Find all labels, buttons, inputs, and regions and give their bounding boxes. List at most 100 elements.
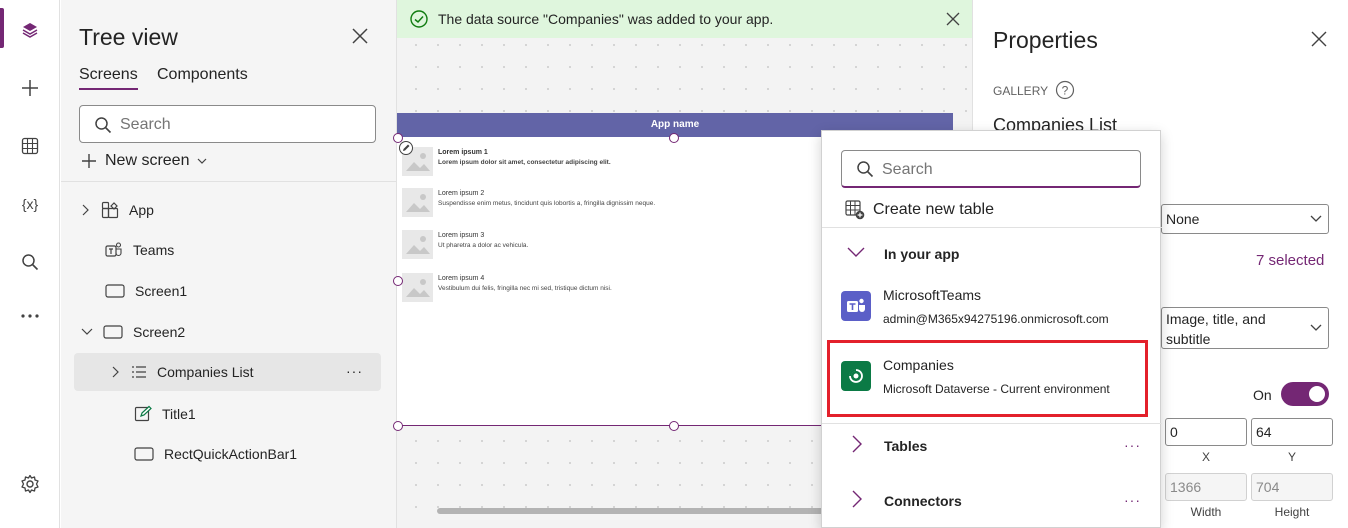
- divider: [822, 423, 1162, 424]
- gallery-icon: [131, 365, 147, 379]
- tree-node-screen2[interactable]: Screen2: [81, 313, 381, 351]
- width-input[interactable]: 1366: [1165, 473, 1247, 501]
- tab-screens[interactable]: Screens: [79, 66, 138, 90]
- tree-node-label: Screen1: [135, 283, 188, 299]
- resize-handle[interactable]: [393, 421, 403, 431]
- x-label: X: [1201, 450, 1210, 464]
- data-source-search-box[interactable]: [841, 150, 1141, 188]
- label-edit-icon: [134, 405, 152, 423]
- gallery-item[interactable]: Lorem ipsum 3 Ut pharetra a dolor ac veh…: [402, 230, 822, 266]
- more-options-icon[interactable]: ···: [1124, 437, 1141, 453]
- variables-icon[interactable]: {x}: [14, 188, 46, 220]
- chevron-right-icon[interactable]: [81, 204, 89, 216]
- data-source-dropdown[interactable]: None: [1161, 204, 1329, 234]
- item-title: Lorem ipsum 4: [438, 275, 485, 282]
- tree-node-label: Screen2: [133, 324, 186, 340]
- height-label: Height: [1274, 505, 1310, 519]
- active-indicator: [0, 8, 4, 48]
- tree-node-title1[interactable]: Title1: [134, 395, 381, 433]
- search-icon: [94, 116, 112, 134]
- table-add-icon: [845, 200, 865, 220]
- create-new-table-button[interactable]: Create new table: [822, 199, 1162, 221]
- width-label: Width: [1190, 505, 1222, 519]
- item-subtitle: Lorem ipsum dolor sit amet, consectetur …: [438, 159, 611, 166]
- layers-icon[interactable]: [14, 14, 46, 46]
- close-icon[interactable]: [946, 12, 960, 26]
- chevron-down-icon: [197, 158, 207, 164]
- tree-node-rectquickactionbar1[interactable]: RectQuickActionBar1: [134, 435, 381, 473]
- banner-text: The data source "Companies" was added to…: [438, 11, 774, 27]
- image-placeholder-icon: [402, 273, 433, 302]
- tree-node-screen1[interactable]: Screen1: [105, 272, 381, 310]
- plus-icon: [81, 153, 97, 169]
- highlight-box: [827, 340, 1148, 417]
- new-screen-button[interactable]: New screen: [81, 152, 207, 170]
- resize-handle[interactable]: [393, 133, 403, 143]
- gallery-item[interactable]: Lorem ipsum 2 Suspendisse enim metus, ti…: [402, 188, 822, 224]
- close-icon[interactable]: [1311, 31, 1327, 47]
- visible-label: On: [1253, 387, 1272, 403]
- resize-handle[interactable]: [669, 133, 679, 143]
- item-subtitle: Vestibulum dui felis, fringilla nec mi s…: [438, 285, 612, 292]
- data-source-item-microsoftteams[interactable]: MicrosoftTeams admin@M365x94275196.onmic…: [822, 281, 1162, 331]
- tree-node-teams[interactable]: Teams: [105, 231, 381, 269]
- layout-dropdown[interactable]: Image, title, and subtitle: [1161, 307, 1329, 349]
- tree-search-input[interactable]: [120, 114, 360, 136]
- chevron-right-icon[interactable]: [111, 366, 119, 378]
- plus-icon[interactable]: [14, 72, 46, 104]
- item-title: Lorem ipsum 1: [438, 149, 488, 156]
- connectors-label: Connectors: [884, 493, 962, 509]
- resize-handle[interactable]: [669, 421, 679, 431]
- in-your-app-section-header[interactable]: In your app: [822, 241, 1162, 265]
- chevron-down-icon: [1310, 215, 1322, 223]
- app-icon: [101, 201, 119, 219]
- help-icon[interactable]: ?: [1055, 80, 1075, 100]
- fields-selected-link[interactable]: 7 selected: [1256, 252, 1324, 269]
- rectangle-icon: [134, 446, 154, 462]
- in-your-app-label: In your app: [884, 246, 960, 262]
- divider: [61, 181, 397, 182]
- x-input[interactable]: 0: [1165, 418, 1247, 446]
- data-source-search-input[interactable]: [882, 159, 1132, 181]
- more-options-icon[interactable]: ···: [1124, 492, 1141, 508]
- chevron-down-icon: [847, 247, 865, 257]
- tree-search-box[interactable]: [79, 105, 376, 143]
- y-input[interactable]: 64: [1251, 418, 1333, 446]
- left-rail: {x}: [0, 0, 60, 528]
- screen-icon: [105, 283, 125, 299]
- tables-section-header[interactable]: Tables ···: [822, 433, 1162, 457]
- data-source-flyout: Create new table In your app MicrosoftTe…: [821, 130, 1162, 528]
- tree-view-panel: Tree view Screens Components New screen …: [61, 0, 397, 528]
- more-icon[interactable]: [14, 300, 46, 332]
- check-circle-icon: [410, 10, 428, 28]
- resize-handle[interactable]: [393, 276, 403, 286]
- tab-components[interactable]: Components: [157, 66, 248, 84]
- more-options-icon[interactable]: ···: [346, 363, 363, 379]
- tree-node-label: Title1: [162, 406, 196, 422]
- connectors-section-header[interactable]: Connectors ···: [822, 488, 1162, 512]
- edit-pencil-icon[interactable]: [399, 141, 413, 155]
- data-source-value: None: [1166, 211, 1200, 227]
- gallery-item[interactable]: Lorem ipsum 4 Vestibulum dui felis, frin…: [402, 273, 822, 309]
- properties-title: Properties: [993, 27, 1098, 53]
- height-input[interactable]: 704: [1251, 473, 1333, 501]
- control-type-label: GALLERY: [993, 84, 1049, 98]
- search-icon[interactable]: [14, 246, 46, 278]
- data-source-name: MicrosoftTeams: [883, 287, 982, 303]
- chevron-down-icon[interactable]: [81, 328, 93, 336]
- tree-node-companies-list[interactable]: Companies List ···: [74, 353, 381, 391]
- tree-node-label: Teams: [133, 242, 175, 258]
- horizontal-scrollbar[interactable]: [437, 508, 827, 514]
- visible-toggle[interactable]: [1281, 382, 1329, 406]
- svg-text:?: ?: [1062, 84, 1069, 98]
- screen-icon: [103, 324, 123, 340]
- tree-node-app[interactable]: App: [81, 191, 381, 229]
- close-icon[interactable]: [351, 27, 369, 45]
- settings-icon[interactable]: [14, 468, 46, 500]
- image-placeholder-icon: [402, 230, 433, 259]
- chevron-right-icon: [852, 435, 862, 453]
- item-title: Lorem ipsum 3: [438, 232, 485, 239]
- gallery-item[interactable]: Lorem ipsum 1 Lorem ipsum dolor sit amet…: [402, 147, 822, 183]
- table-icon[interactable]: [14, 130, 46, 162]
- divider: [822, 227, 1162, 228]
